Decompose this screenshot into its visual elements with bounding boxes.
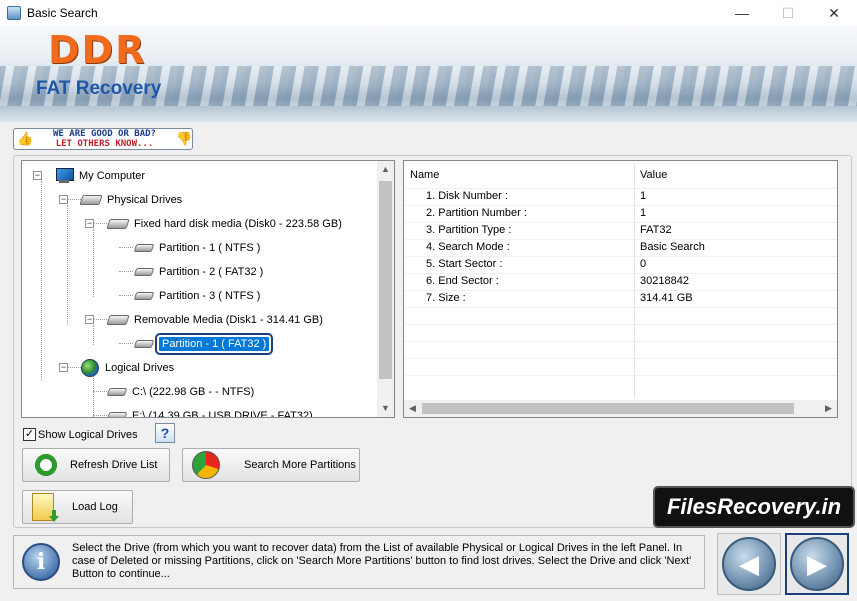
app-icon [7,6,21,20]
grid-horizontal-scrollbar[interactable]: ◀ ▶ [404,400,837,417]
removable-drive-icon [106,315,130,325]
tree-node-logical-drives[interactable]: Logical Drives [81,358,174,378]
tree-node-disk0-partition-3[interactable]: Partition - 3 ( NTFS ) [133,286,260,306]
partition-icon [106,412,128,417]
grid-header: Name Value [404,163,837,187]
tree-node-disk0-partition-2[interactable]: Partition - 2 ( FAT32 ) [133,262,263,282]
header-banner: DDR FAT Recovery [0,26,857,122]
refresh-icon [32,451,60,479]
feedback-button[interactable]: 👍 WE ARE GOOD OR BAD? LET OTHERS KNOW...… [13,128,193,150]
drive-tree[interactable]: − − − − − My Computer Physical Drives Fi… [21,160,395,418]
window-controls: — ☐ ✕ [719,0,857,26]
table-row [404,358,837,375]
globe-icon [81,359,99,377]
tree-node-logical-e[interactable]: E:\ (14.39 GB - USB DRIVE - FAT32) [106,406,313,417]
scroll-left-arrow-icon[interactable]: ◀ [404,400,421,417]
partition-icon [133,340,155,348]
show-logical-drives-label: Show Logical Drives [38,428,138,441]
maximize-button[interactable]: ☐ [765,0,811,26]
hard-drive-icon [79,195,103,205]
column-header-name[interactable]: Name [404,163,439,187]
feedback-line1: WE ARE GOOD OR BAD? [53,129,156,139]
title-bar: Basic Search — ☐ ✕ [0,0,857,26]
tree-node-physical-drives[interactable]: Physical Drives [79,190,182,210]
load-log-button[interactable]: Load Log [22,490,133,524]
show-logical-drives-checkbox[interactable]: ✓ Show Logical Drives [23,428,138,441]
partition-icon [133,244,155,252]
tree-node-disk1[interactable]: Removable Media (Disk1 - 314.41 GB) [106,310,323,330]
collapse-disk0[interactable]: − [85,219,94,228]
info-panel: i Select the Drive (from which you want … [13,535,705,589]
table-row[interactable]: 1. Disk Number :1 [404,188,837,205]
load-log-icon [32,493,54,521]
scroll-down-arrow-icon[interactable]: ▼ [377,400,394,417]
info-icon: i [22,543,60,581]
checkbox-check-icon[interactable]: ✓ [23,428,36,441]
thumbs-up-icon: 👍 [17,131,34,146]
tree-node-disk0-partition-1[interactable]: Partition - 1 ( NTFS ) [133,238,260,258]
scroll-thumb[interactable] [379,181,392,379]
partition-icon [133,292,155,300]
collapse-disk1[interactable]: − [85,315,94,324]
next-button[interactable]: ▶ [785,533,849,595]
computer-icon [55,168,74,184]
back-button[interactable]: ◀ [717,533,781,595]
tree-node-logical-c[interactable]: C:\ (222.98 GB - - NTFS) [106,382,254,402]
minimize-button[interactable]: — [719,0,765,26]
search-more-partitions-button[interactable]: Search More Partitions [182,448,360,482]
refresh-drive-list-button[interactable]: Refresh Drive List [22,448,170,482]
hard-drive-icon [106,219,130,229]
table-row[interactable]: 7. Size :314.41 GB [404,290,837,307]
scroll-right-arrow-icon[interactable]: ▶ [820,400,837,417]
collapse-logical-drives[interactable]: − [59,363,68,372]
scroll-up-arrow-icon[interactable]: ▲ [377,161,394,178]
window-title: Basic Search [27,6,98,20]
tree-node-my-computer[interactable]: My Computer [55,166,145,186]
scroll-thumb[interactable] [422,403,794,414]
close-button[interactable]: ✕ [811,0,857,26]
help-button[interactable]: ? [155,423,175,443]
collapse-my-computer[interactable]: − [33,171,42,180]
table-row [404,375,837,392]
thumbs-down-icon: 👎 [176,131,193,146]
pie-chart-icon [192,451,220,479]
table-row[interactable]: 6. End Sector :30218842 [404,273,837,290]
filesrecovery-watermark: FilesRecovery.in [653,486,855,528]
feedback-line2: LET OTHERS KNOW... [55,139,154,149]
product-name: FAT Recovery [36,78,162,99]
partition-icon [106,388,128,396]
tree-vertical-scrollbar[interactable]: ▲ ▼ [377,161,394,417]
table-row[interactable]: 2. Partition Number :1 [404,205,837,222]
ddr-logo: DDR [48,28,147,72]
info-text: Select the Drive (from which you want to… [72,542,692,580]
collapse-physical-drives[interactable]: − [59,195,68,204]
table-row[interactable]: 4. Search Mode : Basic Search [404,239,837,256]
back-arrow-icon: ◀ [722,537,776,591]
table-row[interactable]: 3. Partition Type : FAT32 [404,222,837,239]
next-arrow-icon: ▶ [790,537,844,591]
table-row [404,341,837,358]
table-row [404,307,837,324]
table-row[interactable]: 5. Start Sector :0 [404,256,837,273]
column-header-value[interactable]: Value [634,163,667,187]
table-row [404,324,837,341]
tree-node-disk1-partition-1[interactable]: Partition - 1 ( FAT32 ) [133,333,274,355]
partition-icon [133,268,155,276]
partition-properties-grid[interactable]: Name Value 1. Disk Number :1 2. Partitio… [403,160,838,418]
tree-node-disk0[interactable]: Fixed hard disk media (Disk0 - 223.58 GB… [106,214,342,234]
